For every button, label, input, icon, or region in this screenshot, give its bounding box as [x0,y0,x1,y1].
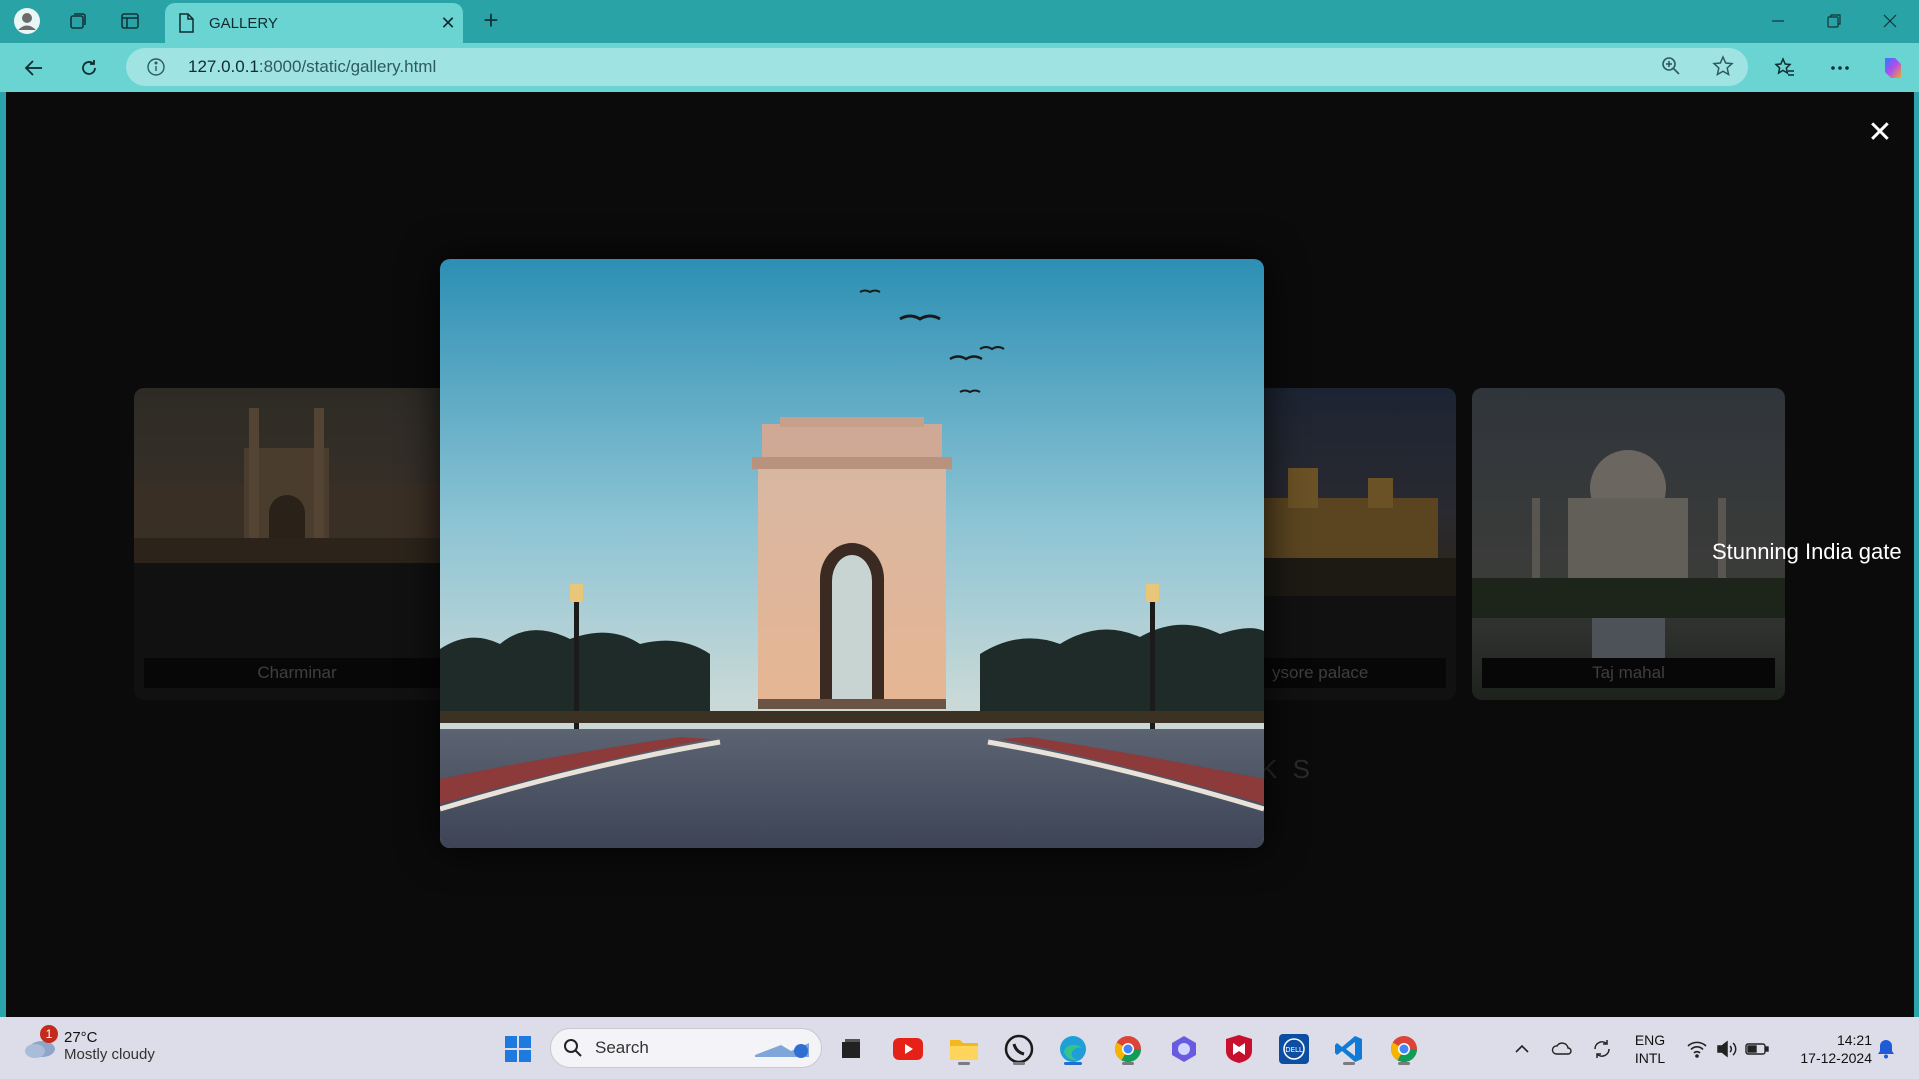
gallery-card-charminar[interactable]: Charminar [134,388,460,700]
search-label: Search [595,1038,649,1057]
tab-gallery[interactable]: GALLERY ✕ [165,3,463,43]
refresh-icon[interactable] [73,52,105,84]
weather-temperature: 27°C [64,1029,98,1046]
chrome-icon[interactable] [1110,1031,1146,1067]
charminar-image [134,388,460,563]
weather-notification-badge: 1 [40,1025,58,1043]
more-options-icon[interactable] [1824,52,1856,84]
lightbox-caption: Stunning India gate [1712,539,1902,564]
youtube-icon[interactable] [890,1031,926,1067]
mcafee-icon[interactable] [1221,1031,1257,1067]
clock-time: 14:21 [1836,1032,1872,1048]
profile-icon[interactable] [12,6,42,36]
vscode-icon[interactable] [1331,1031,1367,1067]
copilot-icon[interactable] [1877,52,1909,84]
running-indicator [1398,1062,1410,1065]
file-explorer-icon[interactable] [946,1031,982,1067]
windows-logo-icon [505,1036,531,1062]
search-highlight-icon [751,1037,813,1066]
card-caption: Charminar [144,658,450,688]
tab-close-icon[interactable]: ✕ [433,13,463,34]
keyboard-layout: INTL [1634,1050,1666,1066]
section-heading-fragment: K S [1260,754,1314,784]
lightbox-image[interactable] [440,259,1264,848]
volume-icon[interactable] [1710,1031,1744,1067]
back-arrow-icon[interactable] [18,52,50,84]
tab-title: GALLERY [209,14,278,32]
clock-date: 17-12-2024 [1800,1050,1872,1066]
zoom-icon[interactable] [1660,55,1682,82]
weather-condition: Mostly cloudy [64,1046,155,1063]
favorites-icon[interactable] [1769,52,1801,84]
weather-widget[interactable]: 1 27°C Mostly cloudy [22,1025,155,1063]
tab-actions-icon[interactable] [115,6,145,36]
svg-text:DELL: DELL [1285,1046,1303,1054]
start-button[interactable] [500,1031,536,1067]
copilot-app-icon[interactable] [1166,1031,1202,1067]
dell-icon[interactable]: DELL [1276,1031,1312,1067]
lightbox-close-icon[interactable]: ✕ [1862,114,1898,150]
clock[interactable]: 14:21 17-12-2024 [1782,1031,1872,1067]
collections-icon[interactable] [63,6,93,36]
task-view-icon[interactable] [833,1031,869,1067]
windows-taskbar: 1 27°C Mostly cloudy Search DELL ENG INT… [0,1017,1919,1079]
language-indicator[interactable]: ENG INTL [1628,1031,1672,1067]
onedrive-sync-icon[interactable] [1544,1031,1580,1067]
active-indicator [1064,1062,1082,1065]
chrome-icon-secondary[interactable] [1386,1031,1422,1067]
running-indicator [958,1062,970,1065]
show-hidden-icons-chevron-icon[interactable] [1504,1031,1540,1067]
update-sync-icon[interactable] [1584,1031,1620,1067]
site-info-icon[interactable] [144,55,168,79]
taskbar-search[interactable]: Search [550,1028,822,1068]
search-icon [563,1038,583,1058]
address-bar[interactable]: 127.0.0.1:8000/static/gallery.html [126,48,1748,86]
card-caption: Taj mahal [1482,658,1775,688]
page-viewport: Charminar ysore palace Taj mahal K S ✕ S… [6,92,1914,1017]
browser-toolbar: 127.0.0.1:8000/static/gallery.html [0,43,1919,92]
india-gate-image [440,259,1264,848]
minimize-button[interactable] [1750,4,1806,38]
running-indicator [1343,1062,1355,1065]
notification-bell-icon[interactable] [1868,1031,1904,1067]
wifi-icon[interactable] [1680,1031,1714,1067]
close-window-button[interactable] [1862,4,1918,38]
url-text[interactable]: 127.0.0.1:8000/static/gallery.html [188,57,436,77]
battery-icon[interactable] [1740,1031,1774,1067]
language-code: ENG [1634,1032,1666,1048]
whatsapp-icon[interactable] [1001,1031,1037,1067]
edge-browser-icon[interactable] [1055,1031,1091,1067]
favorite-star-icon[interactable] [1712,55,1734,82]
browser-tab-bar: GALLERY ✕ + [0,0,1919,43]
running-indicator [1013,1062,1025,1065]
running-indicator [1122,1062,1134,1065]
new-tab-button[interactable]: + [476,6,506,36]
page-icon [175,13,197,33]
restore-button[interactable] [1806,4,1862,38]
